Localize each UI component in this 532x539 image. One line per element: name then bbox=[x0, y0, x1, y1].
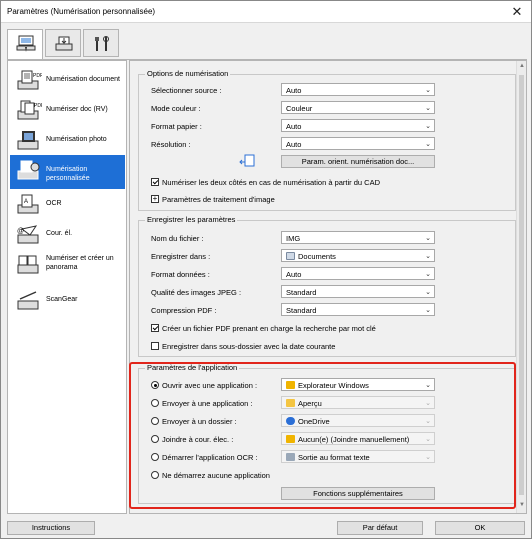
duplex-adf-label: Numériser les deux côtés en cas de numér… bbox=[162, 178, 381, 187]
sidebar-item-label: OCR bbox=[46, 200, 62, 207]
color-mode-label: Mode couleur : bbox=[151, 104, 201, 113]
title-bar: Paramètres (Numérisation personnalisée) … bbox=[1, 1, 531, 23]
sidebar-item-label: Cour. él. bbox=[46, 230, 73, 237]
close-icon[interactable]: ✕ bbox=[509, 4, 525, 20]
chevron-down-icon: ⌄ bbox=[425, 253, 431, 260]
save-in-label: Enregistrer dans : bbox=[151, 252, 211, 261]
svg-text:A: A bbox=[24, 199, 28, 205]
group-title: Enregistrer les paramètres bbox=[145, 215, 238, 224]
date-subfolder-label: Enregistrer dans sous-dossier avec la da… bbox=[162, 342, 336, 351]
searchable-pdf-checkbox[interactable] bbox=[151, 324, 159, 332]
vertical-scrollbar[interactable]: ▲ ▼ bbox=[516, 61, 526, 513]
scan-options-group: Options de numérisation Sélectionner sou… bbox=[138, 69, 516, 211]
group-title: Options de numérisation bbox=[145, 69, 231, 78]
paper-size-select[interactable]: Auto ⌄ bbox=[281, 119, 435, 132]
chevron-down-icon: ⌄ bbox=[425, 87, 431, 94]
sidebar-item-label: ScanGear bbox=[46, 296, 78, 303]
duplex-document-scan-icon: PDF bbox=[17, 100, 42, 120]
sidebar-item-ocr[interactable]: A OCR bbox=[10, 189, 125, 219]
date-subfolder-checkbox[interactable] bbox=[151, 342, 159, 350]
panorama-icon bbox=[17, 255, 39, 274]
file-name-combo[interactable]: IMG ⌄ bbox=[281, 231, 435, 244]
application-settings-highlight bbox=[129, 362, 516, 509]
sidebar-item-document-scan[interactable]: PDF Numérisation document bbox=[10, 65, 125, 95]
photo-scan-icon bbox=[17, 131, 39, 150]
scroll-up-icon[interactable]: ▲ bbox=[518, 63, 526, 72]
chevron-down-icon: ⌄ bbox=[425, 289, 431, 296]
paper-size-label: Format papier : bbox=[151, 122, 202, 131]
jpeg-quality-label: Qualité des images JPEG : bbox=[151, 288, 242, 297]
ok-button[interactable]: OK bbox=[435, 521, 525, 535]
data-format-select[interactable]: Auto ⌄ bbox=[281, 267, 435, 280]
document-scan-icon: PDF bbox=[17, 70, 42, 90]
custom-scan-icon bbox=[17, 160, 40, 180]
color-mode-select[interactable]: Couleur ⌄ bbox=[281, 101, 435, 114]
sidebar-item-label: Numérisation photo bbox=[46, 136, 107, 143]
chevron-down-icon: ⌄ bbox=[425, 105, 431, 112]
chevron-down-icon: ⌄ bbox=[425, 271, 431, 278]
chevron-down-icon: ⌄ bbox=[425, 235, 431, 242]
scan-from-computer-icon bbox=[16, 35, 36, 52]
sidebar-item-custom-scan[interactable]: Numérisation personnalisée bbox=[10, 155, 125, 189]
sidebar-item-email[interactable]: @ Cour. él. bbox=[10, 219, 125, 249]
chevron-down-icon: ⌄ bbox=[425, 141, 431, 148]
sidebar-item-scangear[interactable]: ScanGear bbox=[10, 285, 125, 315]
scan-from-operation-panel-icon bbox=[55, 36, 73, 51]
source-label: Sélectionner source : bbox=[151, 86, 222, 95]
sidebar-item-label: Numérisation personnalisée bbox=[46, 166, 90, 182]
sidebar-item-panorama[interactable]: Numériser et créer un panorama bbox=[10, 249, 125, 283]
pdf-compression-select[interactable]: Standard ⌄ bbox=[281, 303, 435, 316]
documents-folder-icon bbox=[286, 252, 295, 260]
sidebar-item-label: Numérisation document bbox=[46, 76, 120, 83]
jpeg-quality-select[interactable]: Standard ⌄ bbox=[281, 285, 435, 298]
window-title: Paramètres (Numérisation personnalisée) bbox=[7, 7, 156, 16]
ocr-icon: A bbox=[17, 194, 39, 214]
resolution-select[interactable]: Auto ⌄ bbox=[281, 137, 435, 150]
save-in-select[interactable]: Documents ⌄ bbox=[281, 249, 435, 262]
chevron-down-icon: ⌄ bbox=[425, 123, 431, 130]
sidebar-item-label: Numériser doc (RV) bbox=[46, 106, 108, 113]
scrollbar-thumb[interactable] bbox=[519, 75, 524, 495]
file-name-label: Nom du fichier : bbox=[151, 234, 204, 243]
instructions-button[interactable]: Instructions bbox=[7, 521, 95, 535]
image-processing-label: Paramètres de traitement d'image bbox=[162, 195, 275, 204]
svg-text:@: @ bbox=[17, 228, 24, 235]
scangear-icon bbox=[17, 291, 39, 310]
expand-image-processing-button[interactable]: + bbox=[151, 195, 159, 203]
sidebar-item-label: Numériser et créer un panorama bbox=[46, 255, 114, 271]
chevron-down-icon: ⌄ bbox=[425, 307, 431, 314]
defaults-button[interactable]: Par défaut bbox=[337, 521, 423, 535]
sidebar-item-duplex-scan[interactable]: PDF Numériser doc (RV) bbox=[10, 95, 125, 125]
svg-text:PDF: PDF bbox=[34, 103, 42, 109]
email-icon: @ bbox=[17, 225, 39, 244]
duplex-adf-checkbox[interactable] bbox=[151, 178, 159, 186]
sidebar-item-photo-scan[interactable]: Numérisation photo bbox=[10, 125, 125, 155]
orientation-icon bbox=[239, 154, 255, 167]
searchable-pdf-label: Créer un fichier PDF prenant en charge l… bbox=[162, 324, 376, 333]
source-select[interactable]: Auto ⌄ bbox=[281, 83, 435, 96]
scan-type-sidebar: PDF Numérisation document PDF Numériser … bbox=[7, 60, 127, 514]
tab-scan-from-operation-panel[interactable] bbox=[45, 29, 81, 57]
save-settings-group: Enregistrer les paramètres Nom du fichie… bbox=[138, 215, 516, 357]
scroll-down-icon[interactable]: ▼ bbox=[518, 502, 526, 511]
svg-text:PDF: PDF bbox=[33, 73, 42, 79]
orientation-settings-button[interactable]: Param. orient. numérisation doc... bbox=[281, 155, 435, 168]
tab-scan-from-computer[interactable] bbox=[7, 29, 43, 60]
data-format-label: Format données : bbox=[151, 270, 210, 279]
general-settings-icon bbox=[95, 36, 109, 51]
resolution-label: Résolution : bbox=[151, 140, 191, 149]
pdf-compression-label: Compression PDF : bbox=[151, 306, 217, 315]
settings-dialog: Paramètres (Numérisation personnalisée) … bbox=[0, 0, 532, 539]
tab-general-settings[interactable] bbox=[83, 29, 119, 57]
